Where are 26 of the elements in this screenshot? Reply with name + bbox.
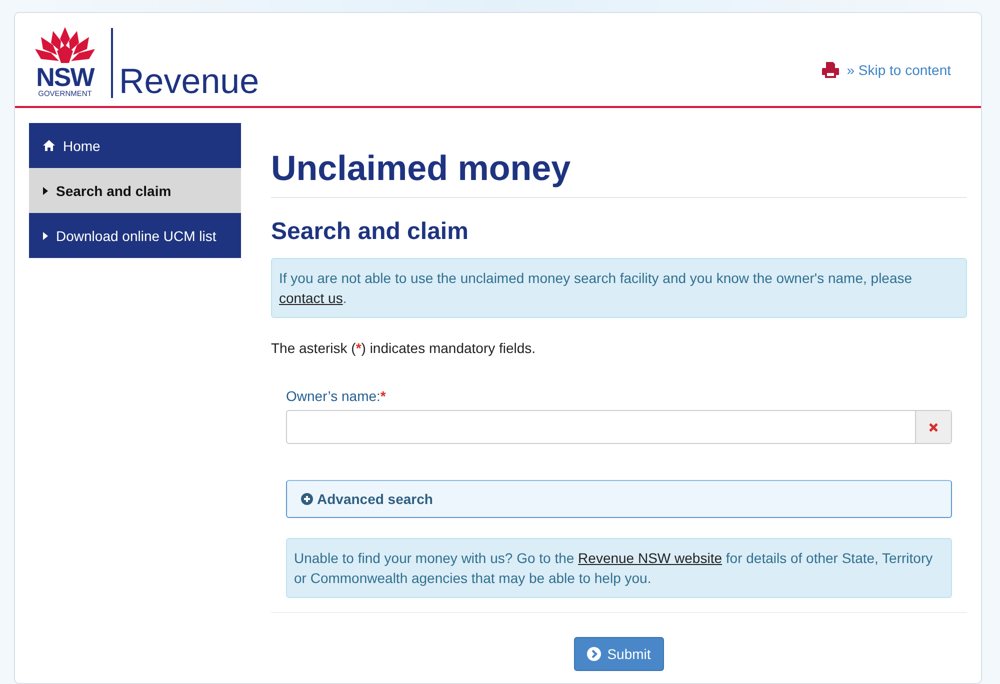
waratah-flower-icon bbox=[33, 25, 97, 65]
chevron-circle-icon bbox=[587, 647, 602, 661]
info-message: If you are not able to use the unclaimed money search facility and you know the owner's name, please contact us. bbox=[271, 258, 967, 318]
sidebar-item[interactable]: Search and claim bbox=[29, 168, 241, 213]
print-icon[interactable] bbox=[822, 62, 839, 78]
caret-icon bbox=[43, 232, 48, 240]
help-message: Unable to find your money with us? Go to the Revenue NSW website for details of other State, Territory or Commonwealth agencies that may be able to help you. bbox=[286, 538, 952, 598]
section-title: Search and claim bbox=[271, 218, 470, 246]
close-icon bbox=[929, 422, 938, 432]
advanced-search-toggle[interactable]: Advanced search bbox=[286, 480, 952, 518]
page-title: Unclaimed money bbox=[271, 149, 967, 198]
skip-link[interactable]: » Skip to content bbox=[846, 62, 951, 78]
sidebar-item[interactable]: Home bbox=[29, 123, 241, 168]
field-label: Owner’s name:* bbox=[286, 388, 387, 404]
clear-button[interactable] bbox=[915, 411, 951, 443]
brand-name: Revenue bbox=[119, 66, 260, 98]
home-icon bbox=[43, 140, 55, 151]
logo-text: NSW bbox=[36, 65, 94, 89]
plus-circle-icon bbox=[301, 493, 313, 505]
website-link[interactable]: Revenue NSW website bbox=[578, 550, 722, 566]
sidebar-item[interactable]: Download online UCM list bbox=[29, 213, 241, 258]
mandatory-note: The asterisk (*) indicates mandatory fields. bbox=[271, 340, 537, 356]
submit-button[interactable]: Submit bbox=[574, 637, 664, 671]
contact-link[interactable]: contact us bbox=[279, 290, 343, 306]
input-field[interactable] bbox=[286, 410, 952, 444]
caret-icon bbox=[43, 186, 48, 194]
